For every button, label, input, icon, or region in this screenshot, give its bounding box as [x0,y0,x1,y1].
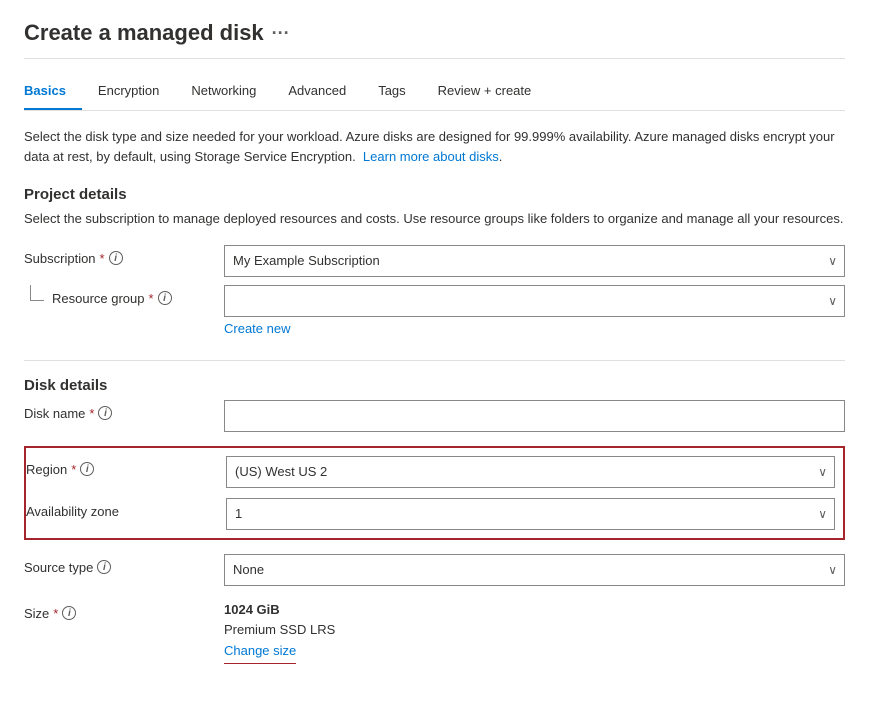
learn-more-link[interactable]: Learn more about disks [363,149,499,164]
disk-name-row: Disk name * i [24,400,845,432]
source-type-select-wrapper: None Snapshot Storage blob Image ∨ [224,554,845,586]
tab-tags[interactable]: Tags [378,75,421,110]
region-select-wrapper: (US) West US 2 (US) East US (US) East US… [226,456,835,488]
disk-details-section: Disk details Disk name * i Region * i (U… [24,360,845,664]
disk-name-info-icon[interactable]: i [98,406,112,420]
create-new-link[interactable]: Create new [224,321,290,336]
change-size-link[interactable]: Change size [224,641,296,664]
project-details-title: Project details [24,186,845,203]
availability-zone-select-wrapper: 1 2 3 None ∨ [226,498,835,530]
resource-group-select[interactable] [224,285,845,317]
subscription-required: * [100,251,105,266]
size-gib: 1024 GiB [224,600,845,621]
tab-navigation: Basics Encryption Networking Advanced Ta… [24,75,845,111]
disk-details-title: Disk details [24,377,845,394]
subscription-info-icon[interactable]: i [109,251,123,265]
resource-group-control: ∨ Create new [224,285,845,336]
availability-zone-select[interactable]: 1 2 3 None [226,498,835,530]
region-required: * [71,462,76,477]
resource-group-info-icon[interactable]: i [158,291,172,305]
region-availability-group: Region * i (US) West US 2 (US) East US (… [24,446,845,540]
tab-review-create[interactable]: Review + create [438,75,548,110]
resource-group-label-area: Resource group * i [24,285,224,306]
tab-networking[interactable]: Networking [191,75,272,110]
availability-zone-control: 1 2 3 None ∨ [226,498,835,530]
region-info-icon[interactable]: i [80,462,94,476]
source-type-info-icon[interactable]: i [97,560,111,574]
size-info-icon[interactable]: i [62,606,76,620]
tab-encryption[interactable]: Encryption [98,75,175,110]
disk-name-label: Disk name * i [24,400,224,421]
size-label: Size * i [24,600,224,621]
page-header: Create a managed disk ··· [24,20,845,59]
page-title: Create a managed disk [24,20,264,46]
resource-group-label: Resource group * i [52,285,172,306]
availability-zone-row: Availability zone 1 2 3 None ∨ [26,498,835,530]
indent-decoration [30,285,44,301]
region-row: Region * i (US) West US 2 (US) East US (… [26,456,835,488]
subscription-row: Subscription * i My Example Subscription… [24,245,845,277]
project-details-section: Project details Select the subscription … [24,186,845,336]
size-type: Premium SSD LRS [224,620,845,641]
tab-basics[interactable]: Basics [24,75,82,110]
source-type-label: Source type i [24,554,224,575]
region-label: Region * i [26,456,226,477]
resource-group-row: Resource group * i ∨ Create new [24,285,845,336]
source-type-row: Source type i None Snapshot Storage blob… [24,554,845,586]
resource-group-select-wrapper: ∨ [224,285,845,317]
region-select[interactable]: (US) West US 2 (US) East US (US) East US… [226,456,835,488]
source-type-control: None Snapshot Storage blob Image ∨ [224,554,845,586]
page-description: Select the disk type and size needed for… [24,127,845,166]
source-type-select[interactable]: None Snapshot Storage blob Image [224,554,845,586]
project-details-desc: Select the subscription to manage deploy… [24,209,845,229]
disk-name-control [224,400,845,432]
disk-name-input[interactable] [224,400,845,432]
region-control: (US) West US 2 (US) East US (US) East US… [226,456,835,488]
disk-name-required: * [89,406,94,421]
subscription-label: Subscription * i [24,245,224,266]
more-options-icon[interactable]: ··· [272,23,290,44]
resource-group-required: * [149,291,154,306]
size-row: Size * i 1024 GiB Premium SSD LRS Change… [24,600,845,664]
subscription-control: My Example Subscription ∨ [224,245,845,277]
subscription-select-wrapper: My Example Subscription ∨ [224,245,845,277]
size-value-display: 1024 GiB Premium SSD LRS Change size [224,600,845,664]
tab-advanced[interactable]: Advanced [288,75,362,110]
size-required: * [53,606,58,621]
size-control: 1024 GiB Premium SSD LRS Change size [224,600,845,664]
subscription-select[interactable]: My Example Subscription [224,245,845,277]
availability-zone-label: Availability zone [26,498,226,519]
